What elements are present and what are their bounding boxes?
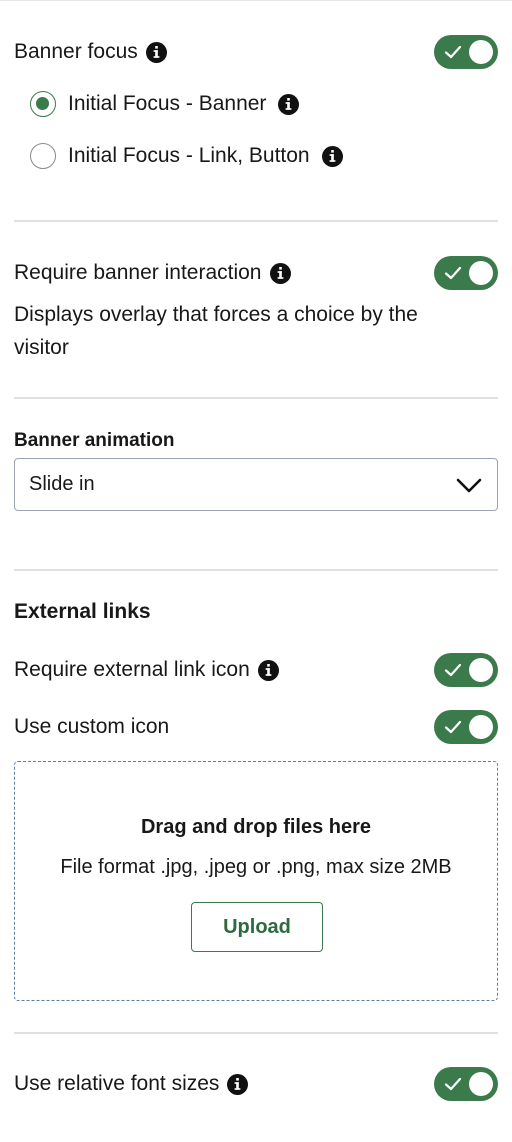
banner-animation-select[interactable]: Slide in	[14, 458, 498, 511]
upload-button[interactable]: Upload	[191, 902, 323, 952]
relative-fonts-label: Use relative font sizes	[14, 1072, 220, 1095]
toggle-knob	[469, 261, 493, 285]
relative-font-sizes-toggle[interactable]	[434, 1067, 498, 1101]
check-icon	[444, 266, 462, 280]
banner-interaction-label-group: Require banner interaction	[14, 261, 291, 285]
banner-focus-label-group: Banner focus	[14, 40, 167, 64]
info-icon[interactable]	[321, 145, 343, 167]
require-icon-label-group: Require external link icon	[14, 658, 279, 682]
external-links-title: External links	[14, 600, 151, 623]
section-divider	[14, 569, 498, 571]
banner-focus-row: Banner focus	[14, 35, 498, 69]
info-icon[interactable]	[145, 41, 167, 63]
banner-animation-title: Banner animation	[14, 430, 175, 451]
check-icon	[444, 45, 462, 59]
banner-interaction-label: Require banner interaction	[14, 261, 262, 284]
check-icon	[444, 720, 462, 734]
radio-label: Initial Focus - Banner	[68, 92, 267, 115]
custom-icon-label: Use custom icon	[14, 715, 170, 738]
radio-initial-focus-banner[interactable]: Initial Focus - Banner	[30, 91, 300, 117]
require-icon-label: Require external link icon	[14, 658, 250, 681]
info-icon[interactable]	[227, 1073, 249, 1095]
info-icon[interactable]	[257, 659, 279, 681]
use-custom-icon-toggle[interactable]	[434, 710, 498, 744]
toggle-knob	[469, 1072, 493, 1096]
file-dropzone[interactable]: Drag and drop files here File format .jp…	[14, 761, 498, 1001]
toggle-knob	[469, 658, 493, 682]
toggle-knob	[469, 40, 493, 64]
info-icon[interactable]	[278, 93, 300, 115]
custom-icon-label-group: Use custom icon	[14, 715, 169, 739]
settings-panel: Banner focus Initial Focus - Banner Init…	[0, 0, 512, 1142]
banner-interaction-toggle[interactable]	[434, 256, 498, 290]
require-external-link-icon-toggle[interactable]	[434, 653, 498, 687]
check-icon	[444, 1077, 462, 1091]
chevron-down-icon	[456, 478, 482, 492]
section-divider	[14, 397, 498, 399]
relative-font-sizes-row: Use relative font sizes	[14, 1067, 498, 1101]
banner-focus-toggle[interactable]	[434, 35, 498, 69]
dropzone-title: Drag and drop files here	[140, 816, 372, 838]
use-custom-icon-row: Use custom icon	[14, 710, 498, 744]
section-divider	[14, 220, 498, 222]
radio-button[interactable]	[30, 143, 56, 169]
banner-interaction-row: Require banner interaction	[14, 256, 498, 290]
banner-focus-label: Banner focus	[14, 40, 138, 63]
info-icon[interactable]	[269, 262, 291, 284]
select-value: Slide in	[29, 473, 95, 495]
section-divider	[14, 1032, 498, 1034]
check-icon	[444, 663, 462, 677]
toggle-knob	[469, 715, 493, 739]
relative-fonts-label-group: Use relative font sizes	[14, 1072, 249, 1096]
radio-initial-focus-link-button[interactable]: Initial Focus - Link, Button	[30, 143, 343, 169]
top-divider	[0, 0, 512, 1]
banner-interaction-description: Displays overlay that forces a choice by…	[14, 303, 418, 359]
require-external-link-icon-row: Require external link icon	[14, 653, 498, 687]
radio-button-checked[interactable]	[30, 91, 56, 117]
dropzone-subtitle: File format .jpg, .jpeg or .png, max siz…	[60, 856, 452, 878]
radio-label: Initial Focus - Link, Button	[68, 144, 310, 167]
